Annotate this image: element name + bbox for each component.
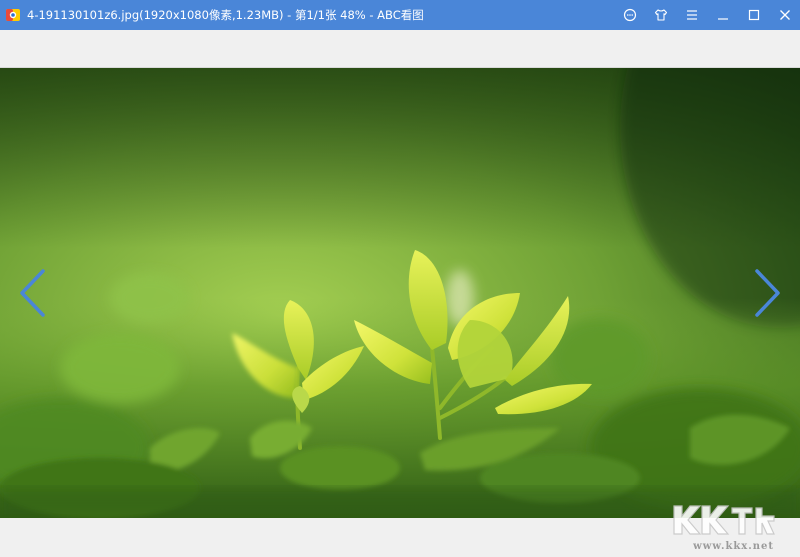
feedback-button[interactable] (614, 0, 645, 30)
menu-button[interactable] (676, 0, 707, 30)
chevron-right-icon (755, 269, 780, 317)
title-bar: 4-191130101z6.jpg(1920x1080像素,1.23MB) - … (0, 0, 800, 30)
next-image-button[interactable] (750, 268, 784, 318)
displayed-photo (0, 68, 800, 518)
toolbar-area (0, 30, 800, 68)
close-icon (779, 10, 790, 20)
skin-icon (654, 9, 667, 21)
skin-button[interactable] (645, 0, 676, 30)
image-viewer[interactable] (0, 68, 800, 518)
kk-watermark-logo (673, 505, 775, 535)
close-button[interactable] (769, 0, 800, 30)
window-title: 4-191130101z6.jpg(1920x1080像素,1.23MB) - … (27, 8, 424, 22)
maximize-icon (748, 9, 759, 21)
watermark-site: www.kkx.net (693, 541, 774, 552)
previous-image-button[interactable] (16, 268, 50, 318)
chevron-left-icon (20, 269, 45, 317)
minimize-icon (717, 18, 728, 20)
maximize-button[interactable] (738, 0, 769, 30)
minimize-button[interactable] (707, 0, 738, 30)
app-logo-icon (6, 9, 20, 21)
window-controls (614, 0, 800, 30)
feedback-icon (623, 8, 636, 22)
menu-icon (686, 10, 697, 20)
